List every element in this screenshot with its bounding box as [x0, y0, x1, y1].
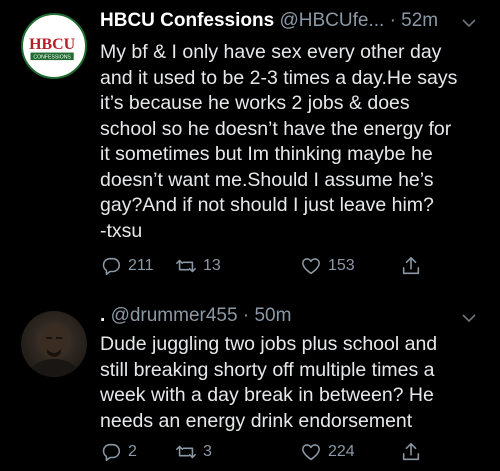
reply-button[interactable]: 2 [100, 441, 137, 463]
like-count: 224 [328, 443, 355, 460]
tweet-text-line: week with a day break in between? He [100, 384, 434, 406]
author-handle[interactable]: @HBCUfe... [279, 10, 384, 31]
profile-photo [30, 324, 78, 377]
tweet-text-line: My bf & I only have sex every other day [100, 41, 442, 63]
author-name[interactable]: . [100, 305, 105, 326]
tweet-actions: 2 3 224 [100, 441, 430, 467]
reply-icon [102, 257, 121, 276]
tweet-text-line: still breaking shorty off multiple times… [100, 358, 435, 381]
share-button[interactable] [400, 441, 428, 463]
chevron-down-icon[interactable] [462, 310, 476, 326]
svg-text:CONFESSIONS: CONFESSIONS [33, 55, 71, 61]
retweet-button[interactable]: 3 [175, 441, 212, 463]
tweet-text-line: school so he doesn’t have the energy for [100, 117, 452, 140]
like-button[interactable]: 224 [300, 441, 355, 463]
reply-icon [102, 443, 121, 462]
hbcu-confessions-logo: HBCU CONFESSIONS [23, 15, 81, 73]
tweet-text-line: doesn’t want me.Should I assume he’s [100, 168, 434, 191]
tweet-header: HBCU Confessions @HBCUfe... · 52m [100, 10, 438, 32]
heart-icon [302, 444, 320, 461]
tweet-text-line: it sometimes but Im thinking maybe he [100, 143, 433, 165]
tweet-text-line: gay?And if not should I just leave him? [100, 194, 434, 216]
share-icon [402, 256, 420, 275]
author-handle[interactable]: @drummer455 [111, 305, 238, 326]
reply-count: 2 [128, 443, 137, 460]
tweet-header: . @drummer455 · 50m [100, 305, 291, 327]
tweet-text-line: -txsu [100, 219, 143, 242]
timestamp[interactable]: · 52m [390, 10, 439, 31]
tweet-text-line: and it used to be 2-3 times a day.He say… [100, 66, 458, 89]
reply-tweet[interactable]: . @drummer455 · 50m Dude juggling two jo… [0, 290, 500, 471]
like-button[interactable]: 153 [300, 255, 355, 277]
tweet-text: Dude juggling two jobs plus school and s… [100, 332, 485, 434]
avatar[interactable]: HBCU CONFESSIONS [21, 13, 87, 79]
avatar[interactable] [21, 311, 87, 377]
reply-count: 211 [128, 257, 154, 274]
tweet-actions: 211 13 153 [100, 255, 430, 281]
tweet-text-line: it’s because he works 2 jobs & does [100, 92, 410, 114]
reply-button[interactable]: 211 [100, 255, 154, 277]
retweet-icon [176, 445, 196, 459]
timestamp[interactable]: · 50m [243, 305, 292, 326]
chevron-down-icon[interactable] [462, 15, 476, 31]
share-icon [402, 442, 420, 461]
heart-icon [302, 258, 320, 275]
tweet[interactable]: HBCU CONFESSIONS HBCU Confessions @HBCUf… [0, 0, 500, 290]
retweet-icon [176, 259, 196, 273]
retweet-count: 13 [203, 257, 221, 274]
tweet-text-line: Dude juggling two jobs plus school and [100, 333, 438, 355]
retweet-count: 3 [203, 443, 212, 460]
retweet-button[interactable]: 13 [175, 255, 221, 277]
share-button[interactable] [400, 255, 428, 277]
tweet-text: My bf & I only have sex every other day … [100, 40, 485, 244]
author-name[interactable]: HBCU Confessions [100, 10, 274, 31]
like-count: 153 [328, 257, 355, 274]
svg-text:HBCU: HBCU [29, 36, 76, 53]
tweet-text-line: needs an energy drink endorsement [100, 409, 413, 432]
